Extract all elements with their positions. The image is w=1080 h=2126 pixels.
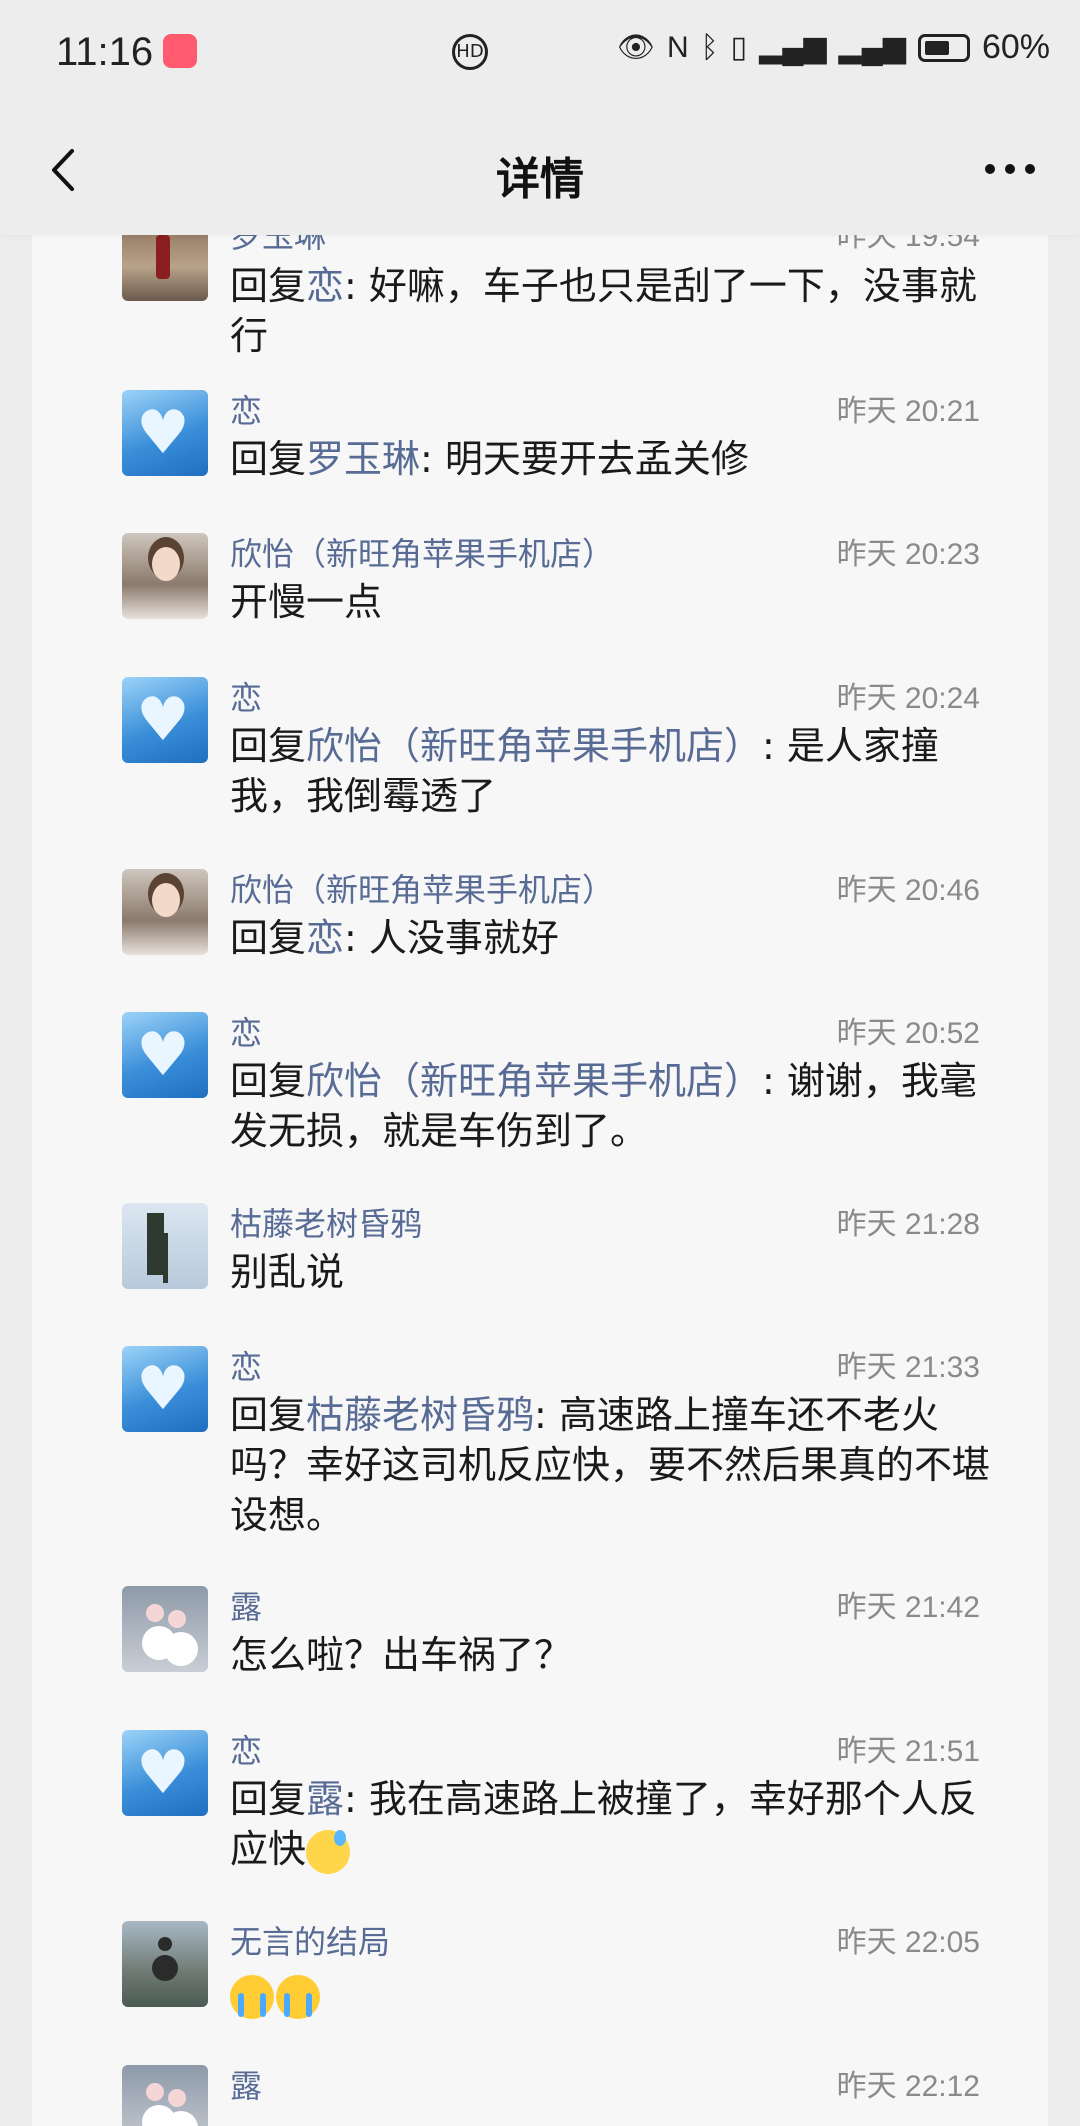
- sweat-emoji-icon: [306, 1829, 351, 1874]
- signal-5g-icon-2: ▂▄▆: [838, 31, 906, 64]
- comment-text: 回复露: 我在高速路上被撞了，幸好那个人反应快: [230, 1774, 1010, 1874]
- avatar[interactable]: [122, 1921, 208, 2007]
- commenter-name[interactable]: 欣怡（新旺角苹果手机店）: [230, 529, 614, 575]
- comment-time: 昨天 20:24: [836, 682, 980, 715]
- comment-text: 回复枯藤老树昏鸦: 高速路上撞车还不老火吗？幸好这司机反应快，要不然后果真的不堪…: [230, 1393, 991, 1537]
- reply-to-name[interactable]: 欣怡（新旺角苹果手机店）: [306, 724, 762, 768]
- comment-text: 回复恋: 人没事就好: [230, 916, 559, 960]
- avatar[interactable]: [122, 1203, 208, 1289]
- reply-to-name[interactable]: 欣怡（新旺角苹果手机店）: [306, 1059, 762, 1103]
- crying-emoji-icon: [276, 1974, 320, 2019]
- avatar[interactable]: [122, 1586, 208, 1672]
- nav-bar: 详情: [0, 105, 1080, 235]
- comment-time: 昨天 22:05: [836, 1926, 980, 1959]
- avatar[interactable]: [122, 235, 208, 301]
- commenter-name[interactable]: 露: [230, 2061, 262, 2107]
- crying-emoji-icon: [230, 1974, 274, 2019]
- comments-panel: 罗玉琳 昨天 19:54 回复恋: 好嘛，车子也只是刮了一下，没事就行 恋 昨天…: [32, 235, 1048, 2126]
- status-icons: 👁 N ᛒ ▯ ▂▄▆ ▂▄▆ 60%: [617, 28, 1050, 67]
- commenter-name[interactable]: 恋: [230, 673, 262, 719]
- avatar[interactable]: [122, 2065, 208, 2126]
- avatar[interactable]: [122, 1346, 208, 1432]
- commenter-name[interactable]: 露: [230, 1582, 262, 1628]
- commenter-name[interactable]: 恋: [230, 386, 262, 432]
- comment-text: 回复罗玉琳: 明天要开去孟关修: [230, 437, 749, 481]
- comment-time: 昨天 20:52: [836, 1017, 980, 1050]
- avatar[interactable]: [122, 533, 208, 619]
- comment-time: 昨天 20:23: [836, 538, 980, 571]
- commenter-name[interactable]: 无言的结局: [230, 1917, 390, 1963]
- nfc-icon: N: [666, 30, 689, 64]
- eye-icon: 👁: [616, 31, 655, 64]
- reply-to-name[interactable]: 罗玉琳: [306, 437, 420, 481]
- comment-time: 昨天 20:21: [836, 395, 980, 428]
- comment-text: 怎么啦？出车祸了？: [230, 1633, 573, 1677]
- comment-time: 昨天 21:33: [836, 1351, 980, 1384]
- battery-percent: 60%: [981, 28, 1050, 66]
- comment-time: 昨天 20:46: [836, 874, 980, 907]
- comment-text: 回复欣怡（新旺角苹果手机店）: 谢谢，我毫发无损，就是车伤到了。: [230, 1059, 977, 1153]
- comment-text: 回复恋: 好嘛，车子也只是刮了一下，没事就行: [230, 264, 977, 358]
- commenter-name[interactable]: 恋: [230, 1726, 262, 1772]
- comment-time: 昨天 21:28: [836, 1208, 980, 1241]
- comment-text: [230, 1969, 1010, 2019]
- more-options-icon[interactable]: [980, 149, 1040, 189]
- battery-icon: [917, 33, 970, 62]
- comment-time: 昨天 19:54: [836, 235, 980, 253]
- signal-5g-icon: ▂▄▆: [759, 31, 827, 64]
- commenter-name[interactable]: 欣怡（新旺角苹果手机店）: [230, 865, 614, 911]
- status-bar: 11:16 HD 👁 N ᛒ ▯ ▂▄▆ ▂▄▆ 60%: [0, 0, 1080, 105]
- reply-to-name[interactable]: 恋: [306, 264, 344, 308]
- reply-to-name[interactable]: 枯藤老树昏鸦: [306, 1393, 534, 1437]
- commenter-name[interactable]: 罗玉琳: [230, 235, 326, 257]
- commenter-name[interactable]: 恋: [230, 1342, 262, 1388]
- reply-to-name[interactable]: 露: [306, 1777, 344, 1821]
- status-time: 11:16: [56, 30, 154, 74]
- comment-text: 回复欣怡（新旺角苹果手机店）: 是人家撞我，我倒霉透了: [230, 724, 939, 818]
- avatar[interactable]: [122, 390, 208, 476]
- comment-text: 别乱说: [230, 1250, 345, 1294]
- commenter-name[interactable]: 恋: [230, 1008, 262, 1054]
- commenter-name[interactable]: 枯藤老树昏鸦: [230, 1199, 422, 1245]
- bluetooth-icon: ᛒ: [700, 30, 719, 64]
- hd-call-icon: HD: [452, 34, 488, 70]
- comment-text: 开慢一点: [230, 580, 383, 624]
- page-title: 详情: [496, 154, 584, 205]
- avatar[interactable]: [122, 869, 208, 955]
- avatar[interactable]: [122, 1730, 208, 1816]
- comment-time: 昨天 22:12: [836, 2070, 980, 2103]
- comment-time: 昨天 21:42: [836, 1591, 980, 1624]
- app-notification-icon: [163, 34, 197, 68]
- avatar[interactable]: [122, 677, 208, 763]
- avatar[interactable]: [122, 1012, 208, 1098]
- vibrate-icon: ▯: [730, 31, 748, 64]
- comment-time: 昨天 21:51: [836, 1735, 980, 1768]
- reply-to-name[interactable]: 恋: [306, 916, 344, 960]
